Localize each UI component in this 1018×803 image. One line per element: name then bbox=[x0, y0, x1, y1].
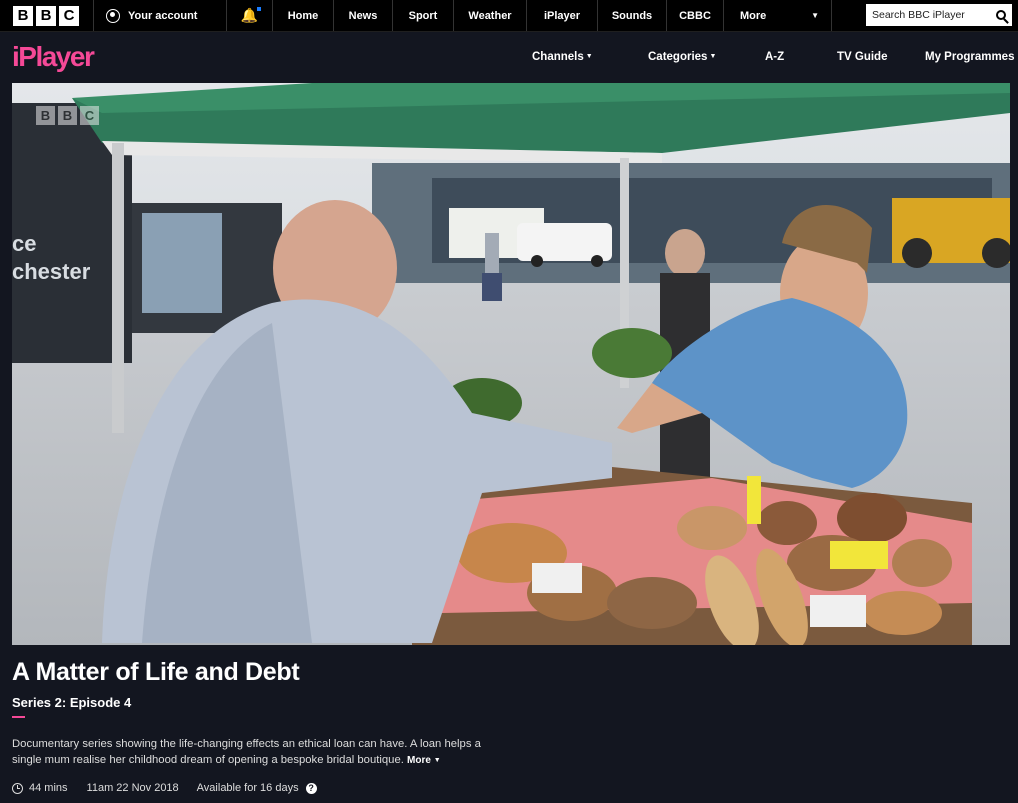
synopsis-more-label: More bbox=[407, 755, 431, 766]
bbc-watermark: B B C bbox=[36, 106, 99, 125]
nav-a-z[interactable]: A-Z bbox=[765, 51, 784, 63]
more-menu-button[interactable]: More ▼ bbox=[724, 0, 832, 31]
video-player[interactable]: ce chester B B C bbox=[12, 83, 1010, 645]
bbc-logo-letter: B bbox=[36, 5, 56, 26]
clock-icon bbox=[12, 782, 23, 794]
search-input[interactable] bbox=[872, 9, 982, 21]
watermark-letter: C bbox=[80, 106, 99, 125]
chevron-down-icon: ▼ bbox=[433, 757, 441, 764]
nav-iplayer[interactable]: iPlayer bbox=[527, 0, 598, 31]
nav-channels[interactable]: Channels ▼ bbox=[532, 51, 593, 63]
chevron-down-icon: ▼ bbox=[585, 53, 593, 60]
duration: 44 mins bbox=[29, 782, 68, 794]
programme-title: A Matter of Life and Debt bbox=[12, 658, 300, 686]
nav-sounds[interactable]: Sounds bbox=[598, 0, 667, 31]
nav-weather[interactable]: Weather bbox=[454, 0, 527, 31]
nav-news[interactable]: News bbox=[334, 0, 393, 31]
nav-sport[interactable]: Sport bbox=[393, 0, 454, 31]
programme-meta: 44 mins 11am 22 Nov 2018 Available for 1… bbox=[12, 782, 317, 794]
account-icon bbox=[106, 8, 120, 23]
account-link[interactable]: Your account bbox=[94, 0, 227, 31]
broadcast-time: 11am 22 Nov 2018 bbox=[86, 782, 179, 794]
nav-home[interactable]: Home bbox=[273, 0, 334, 31]
nav-categories-label: Categories bbox=[648, 51, 708, 63]
notifications-button[interactable]: 🔔 bbox=[227, 0, 273, 31]
nav-my-programmes[interactable]: My Programmes bbox=[925, 51, 1014, 63]
search-icon[interactable] bbox=[996, 10, 1006, 20]
bbc-logo-letter: B bbox=[13, 5, 33, 26]
synopsis-more-button[interactable]: More ▼ bbox=[407, 755, 441, 766]
episode-subtitle: Series 2: Episode 4 bbox=[12, 695, 132, 710]
synopsis: Documentary series showing the life-chan… bbox=[12, 736, 510, 769]
nav-cbbc[interactable]: CBBC bbox=[667, 0, 724, 31]
search-box bbox=[866, 4, 1012, 26]
iplayer-logo[interactable]: iPlayer bbox=[12, 41, 95, 73]
svg-text:ce: ce bbox=[12, 231, 36, 256]
video-frame: ce chester bbox=[12, 83, 1010, 645]
bbc-logo[interactable]: B B C bbox=[0, 0, 94, 31]
watermark-letter: B bbox=[58, 106, 77, 125]
bell-icon: 🔔 bbox=[240, 7, 259, 23]
more-label: More bbox=[740, 9, 767, 22]
global-nav: Home News Sport Weather iPlayer Sounds C… bbox=[273, 0, 724, 31]
nav-tv-guide[interactable]: TV Guide bbox=[837, 51, 887, 63]
bbc-logo-letter: C bbox=[59, 5, 79, 26]
nav-categories[interactable]: Categories ▼ bbox=[648, 51, 716, 63]
svg-text:chester: chester bbox=[12, 259, 91, 284]
watermark-letter: B bbox=[36, 106, 55, 125]
accent-divider bbox=[12, 716, 25, 718]
account-label: Your account bbox=[128, 9, 198, 22]
nav-channels-label: Channels bbox=[532, 51, 584, 63]
notification-dot bbox=[257, 7, 261, 11]
availability: Available for 16 days bbox=[196, 782, 299, 794]
help-icon[interactable]: ? bbox=[305, 782, 317, 794]
iplayer-header: iPlayer Channels ▼ Categories ▼ A-Z TV Gui… bbox=[0, 32, 1018, 82]
chevron-down-icon: ▼ bbox=[811, 11, 819, 20]
chevron-down-icon: ▼ bbox=[709, 53, 717, 60]
